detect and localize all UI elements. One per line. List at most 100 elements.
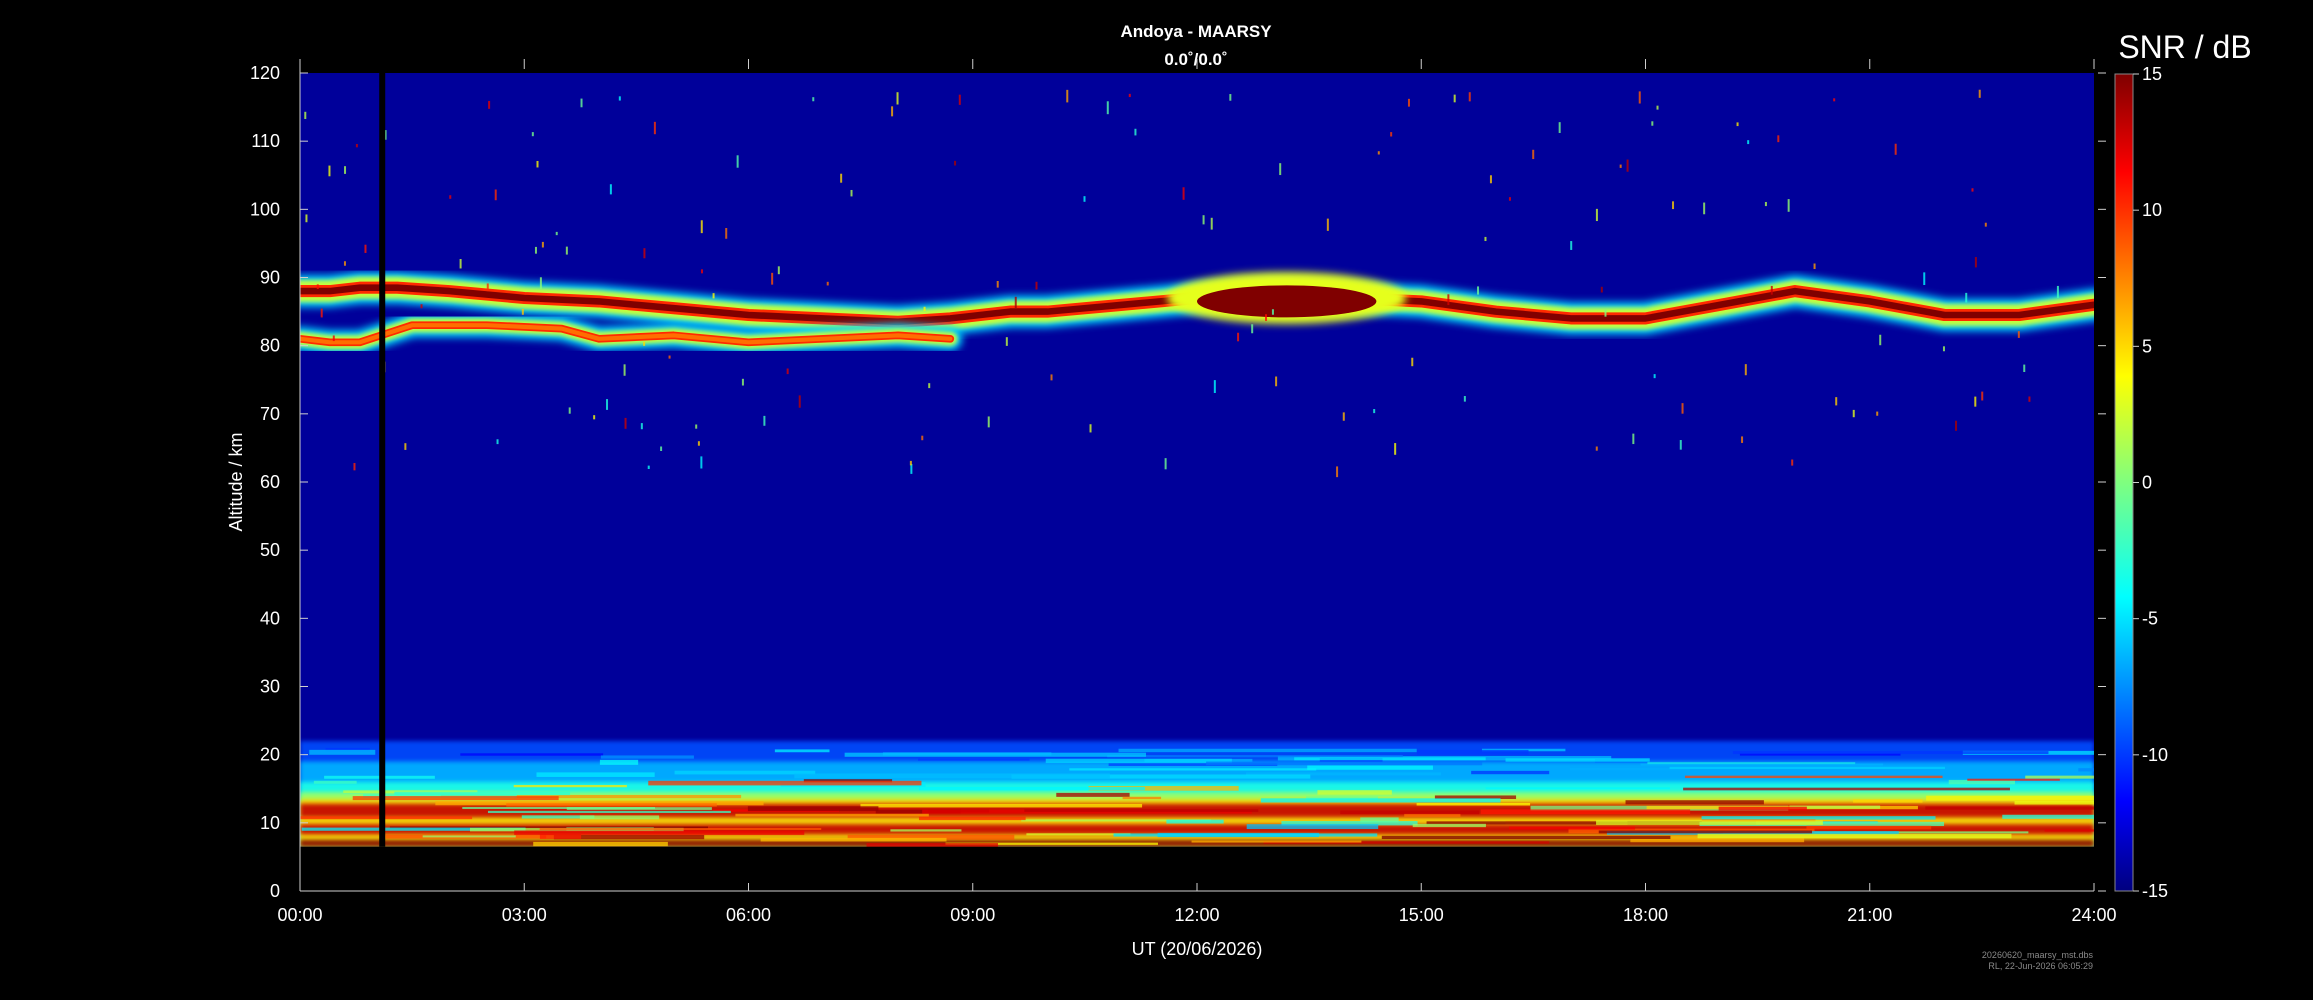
meteor-echo: [539, 277, 542, 290]
meteor-echo: [1736, 122, 1739, 127]
meteor-echo: [700, 456, 703, 469]
meteor-echo: [606, 399, 609, 410]
troposphere-texture: [890, 829, 962, 832]
meteor-echo: [618, 96, 621, 101]
chart-subtitle: 0.0˚/0.0˚: [1164, 50, 1227, 69]
meteor-echo: [364, 244, 367, 253]
meteor-echo: [1672, 201, 1675, 210]
meteor-echo: [695, 424, 698, 429]
meteor-echo: [1394, 443, 1397, 455]
meteor-echo: [1770, 285, 1773, 295]
colorbar-tick-label: 15: [2142, 64, 2162, 84]
troposphere-texture: [1625, 800, 1764, 805]
meteor-echo: [1377, 151, 1380, 155]
troposphere-texture: [300, 816, 473, 820]
troposphere-texture: [1701, 816, 1936, 820]
meteor-echo: [332, 335, 335, 342]
troposphere-texture: [2044, 829, 2094, 832]
meteor-echo: [1595, 208, 1598, 222]
meteor-echo: [921, 435, 924, 441]
meteor-echo: [1213, 380, 1216, 393]
meteor-echo: [647, 465, 650, 469]
x-tick-label: 18:00: [1623, 905, 1668, 925]
meteor-echo: [1787, 199, 1790, 212]
troposphere-texture: [844, 752, 1147, 757]
meteor-echo: [565, 246, 568, 255]
meteor-echo: [1942, 346, 1945, 352]
meteor-echo: [812, 97, 815, 102]
meteor-echo: [987, 416, 990, 428]
meteor-echo: [496, 439, 499, 445]
chart-title: Andoya - MAARSY: [1120, 22, 1272, 41]
meteor-echo: [1202, 215, 1205, 225]
meteor-echo: [1083, 196, 1086, 202]
meteor-echo: [1835, 397, 1838, 406]
troposphere-texture: [774, 749, 830, 753]
meteor-echo: [777, 266, 780, 275]
meteor-echo: [954, 160, 957, 166]
meteor-echo: [1791, 459, 1794, 466]
meteor-echo: [1089, 424, 1092, 433]
troposphere-texture: [600, 755, 694, 759]
meteor-echo: [1813, 263, 1816, 270]
meteor-echo: [555, 231, 558, 236]
troposphere-texture: [533, 841, 668, 847]
meteor-echo: [1604, 309, 1607, 317]
meteor-echo: [826, 281, 829, 286]
meteor-echo: [1974, 396, 1977, 407]
meteor-echo: [1229, 94, 1232, 101]
meteor-echo: [697, 441, 700, 446]
meteor-echo: [712, 293, 715, 299]
meteor-echo: [958, 94, 961, 105]
colorbar-tick-label: -10: [2142, 745, 2168, 765]
meteor-echo: [700, 269, 703, 274]
meteor-echo: [700, 220, 703, 234]
meteor-echo: [534, 246, 537, 254]
meteor-echo: [449, 195, 452, 199]
meteor-echo: [1508, 197, 1511, 201]
meteor-echo: [404, 443, 407, 450]
troposphere-texture: [1069, 768, 1317, 771]
meteor-echo: [2056, 285, 2059, 299]
meteor-echo: [624, 417, 627, 429]
troposphere-texture: [1024, 809, 1259, 812]
meteor-echo: [928, 383, 931, 389]
troposphere-texture: [599, 759, 639, 765]
y-tick-label: 110: [251, 131, 280, 151]
meteor-echo: [1014, 296, 1017, 308]
meteor-echo: [1679, 440, 1682, 450]
meteor-echo: [923, 306, 926, 311]
troposphere-texture: [1056, 792, 1130, 797]
troposphere-texture: [918, 816, 1026, 821]
colorbar-tick-label: 5: [2142, 336, 2152, 356]
troposphere-texture: [1416, 802, 1531, 806]
y-tick-label: 60: [260, 472, 280, 492]
troposphere-texture: [1471, 770, 1550, 775]
x-tick-label: 09:00: [950, 905, 995, 925]
meteor-echo: [328, 165, 331, 177]
troposphere-texture: [648, 780, 922, 786]
meteor-echo: [910, 463, 913, 474]
troposphere-texture: [1045, 758, 1232, 764]
meteor-echo: [1656, 105, 1659, 110]
colorbar-ticks: 15 10 5 0 -5 -10 -15: [2133, 64, 2168, 901]
x-tick-label: 12:00: [1174, 905, 1219, 925]
troposphere-texture: [566, 807, 712, 810]
troposphere-texture: [536, 772, 655, 777]
meteor-echo: [891, 106, 894, 117]
meteor-echo: [1651, 121, 1654, 126]
meteor-echo: [2017, 331, 2020, 338]
meteor-echo: [1703, 202, 1706, 215]
meteor-echo: [1210, 217, 1213, 230]
meteor-echo: [643, 341, 646, 346]
meteor-echo: [1336, 466, 1339, 478]
x-tick-label: 06:00: [726, 905, 771, 925]
meteor-echo: [1265, 314, 1268, 321]
troposphere-texture: [1596, 820, 1823, 825]
colorbar: [2114, 73, 2134, 892]
meteor-echo: [1965, 292, 1968, 303]
troposphere-texture: [1317, 790, 1392, 795]
troposphere-texture: [1307, 765, 1433, 770]
y-axis-title: Altitude / km: [226, 432, 246, 531]
y-tick-label: 40: [260, 608, 280, 628]
